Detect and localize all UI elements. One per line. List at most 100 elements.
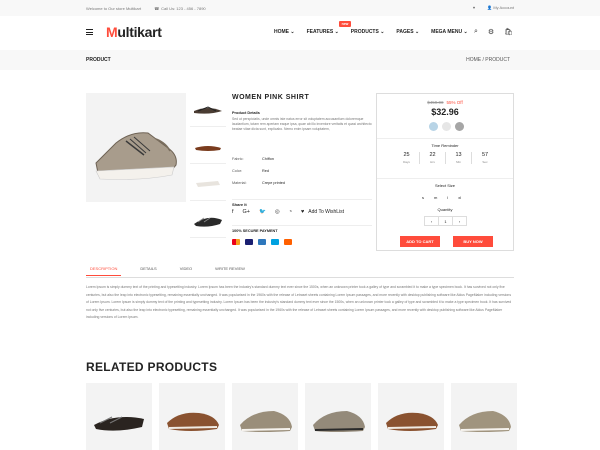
- old-price-row: $459.00 55% Off: [377, 100, 513, 105]
- color-swatches: [429, 122, 464, 131]
- top-bar: Welcome to Our store Multikart ☎ Call Us:…: [0, 0, 600, 16]
- color-swatch[interactable]: [429, 122, 438, 131]
- user-icon: 👤: [487, 5, 493, 10]
- timer-hours: 22 Hrs: [420, 152, 446, 164]
- product-attributes: Fabric: Chiffon Color: Red Material: Crepe …: [232, 157, 285, 193]
- divider: [86, 277, 514, 278]
- related-products-heading: RELATED PRODUCTS: [86, 360, 218, 374]
- related-products-grid: [86, 383, 517, 450]
- size-option[interactable]: xl: [458, 195, 461, 200]
- main-nav: HOME ⌄ FEATURES ⌄ new PRODUCTS ⌄ PAGES ⌄ …: [274, 21, 468, 35]
- nav-features[interactable]: FEATURES ⌄ new: [307, 21, 352, 35]
- attribute-row: Material: Crepe printed: [232, 181, 286, 185]
- add-to-cart-button[interactable]: ADD TO CART: [400, 236, 440, 247]
- heart-icon[interactable]: ♥: [473, 5, 475, 10]
- google-plus-icon[interactable]: G+: [243, 209, 251, 215]
- product-tabs: DESCRIPTION DETAILS VIDEO WRITE REVIEW: [86, 266, 264, 276]
- chevron-down-icon: ⌄: [380, 29, 385, 35]
- facebook-icon[interactable]: f: [232, 209, 234, 215]
- thumbnail[interactable]: [190, 167, 226, 201]
- thumbnail-list: [190, 93, 226, 241]
- nav-home[interactable]: HOME ⌄: [274, 29, 295, 35]
- mastercard-icon: [232, 239, 240, 245]
- add-to-wishlist-link[interactable]: Add To WishList: [308, 209, 344, 215]
- divider: [377, 178, 513, 179]
- product-title: WOMEN PINK SHIRT: [232, 94, 310, 101]
- thumbnail[interactable]: [190, 204, 226, 238]
- old-price: $459.00: [427, 100, 444, 105]
- search-icon[interactable]: ⌕: [474, 28, 478, 36]
- quantity-label: Quantity: [437, 207, 453, 212]
- nav-pages[interactable]: PAGES ⌄: [396, 29, 419, 35]
- nav-products[interactable]: PRODUCTS ⌄: [351, 29, 385, 35]
- size-options: s m l xl: [422, 195, 461, 200]
- nav-mega-menu[interactable]: MEGA MENU ⌄: [431, 29, 468, 35]
- gear-icon[interactable]: ⚙: [488, 28, 494, 36]
- tab-write-review[interactable]: WRITE REVIEW: [211, 266, 249, 276]
- chevron-down-icon: ⌄: [290, 29, 295, 35]
- attribute-row: Color: Red: [232, 169, 269, 173]
- cart-icon[interactable]: 🛍: [504, 28, 513, 36]
- welcome-text: Welcome to Our store Multikart: [86, 6, 142, 11]
- color-swatch[interactable]: [455, 122, 464, 131]
- tab-video[interactable]: VIDEO: [176, 266, 196, 276]
- description-text: Lorem Ipsum is simply dummy text of the …: [86, 285, 512, 319]
- discount-label: 55% Off: [446, 100, 463, 105]
- logo[interactable]: Multikart: [106, 24, 162, 40]
- breadcrumb-path[interactable]: HOME / PRODUCT: [466, 57, 510, 63]
- card-icon: [284, 239, 292, 245]
- increase-button[interactable]: ›: [453, 217, 466, 225]
- quantity-input[interactable]: 1: [438, 217, 453, 225]
- product-details-heading: Product Details: [232, 111, 260, 115]
- breadcrumb: PRODUCT HOME / PRODUCT: [0, 50, 600, 70]
- timer-minutes: 13 Min: [446, 152, 472, 164]
- new-badge: new: [338, 21, 352, 27]
- tab-details[interactable]: DETAILS: [136, 266, 160, 276]
- product-card[interactable]: [86, 383, 152, 450]
- divider: [377, 138, 513, 139]
- countdown-timer: 25 Days 22 Hrs 13 Min 57 Sec: [394, 152, 498, 164]
- divider: [232, 199, 372, 200]
- timer-days: 25 Days: [394, 152, 420, 164]
- main-product-image[interactable]: [86, 93, 186, 202]
- phone-text: ☎ Call Us: 123 - 456 - 7890: [154, 6, 206, 11]
- size-option[interactable]: m: [434, 195, 437, 200]
- product-card[interactable]: [159, 383, 225, 450]
- product-card[interactable]: [451, 383, 517, 450]
- chevron-down-icon: ⌄: [463, 29, 468, 35]
- instagram-icon[interactable]: ◎: [275, 209, 280, 215]
- product-card[interactable]: [378, 383, 444, 450]
- purchase-box: $459.00 55% Off $32.96 Time Reminder 25 Da…: [376, 93, 514, 251]
- tab-description[interactable]: DESCRIPTION: [86, 266, 122, 276]
- current-price: $32.96: [431, 107, 459, 117]
- thumbnail[interactable]: [190, 130, 226, 164]
- attribute-row: Fabric: Chiffon: [232, 157, 274, 161]
- page-title: PRODUCT: [86, 57, 111, 63]
- twitter-icon[interactable]: 🐦: [259, 209, 266, 215]
- payment-icons: [232, 239, 292, 245]
- heart-icon[interactable]: ♥: [301, 209, 304, 215]
- header: Multikart HOME ⌄ FEATURES ⌄ new PRODUCTS …: [0, 16, 600, 48]
- product-details-text: Sed ut perspiciatis, unde omnis iste nat…: [232, 117, 372, 131]
- amex-icon: [258, 239, 266, 245]
- share-label: Share It: [232, 202, 247, 207]
- visa-icon: [245, 239, 253, 245]
- thumbnail[interactable]: [190, 93, 226, 127]
- select-size-label: Select Size: [434, 183, 455, 188]
- buy-now-button[interactable]: BUY NOW: [453, 236, 493, 247]
- my-account-link[interactable]: 👤 My Account: [487, 5, 514, 10]
- size-option[interactable]: l: [447, 195, 448, 200]
- chevron-down-icon: ⌄: [334, 29, 339, 35]
- share-icons: f G+ 🐦 ◎ ◔ ♥ Add To WishList: [232, 209, 344, 215]
- discover-icon: [271, 239, 279, 245]
- color-swatch[interactable]: [442, 122, 451, 131]
- product-card[interactable]: [232, 383, 298, 450]
- size-option[interactable]: s: [422, 195, 424, 200]
- decrease-button[interactable]: ‹: [425, 217, 438, 225]
- secure-payment-heading: 100% SECURE PAYMENT: [232, 229, 278, 233]
- rss-icon[interactable]: ◔: [289, 209, 292, 215]
- chevron-down-icon: ⌄: [414, 29, 420, 35]
- product-card[interactable]: [305, 383, 371, 450]
- menu-icon[interactable]: [86, 29, 93, 35]
- timer-label: Time Reminder: [431, 143, 459, 148]
